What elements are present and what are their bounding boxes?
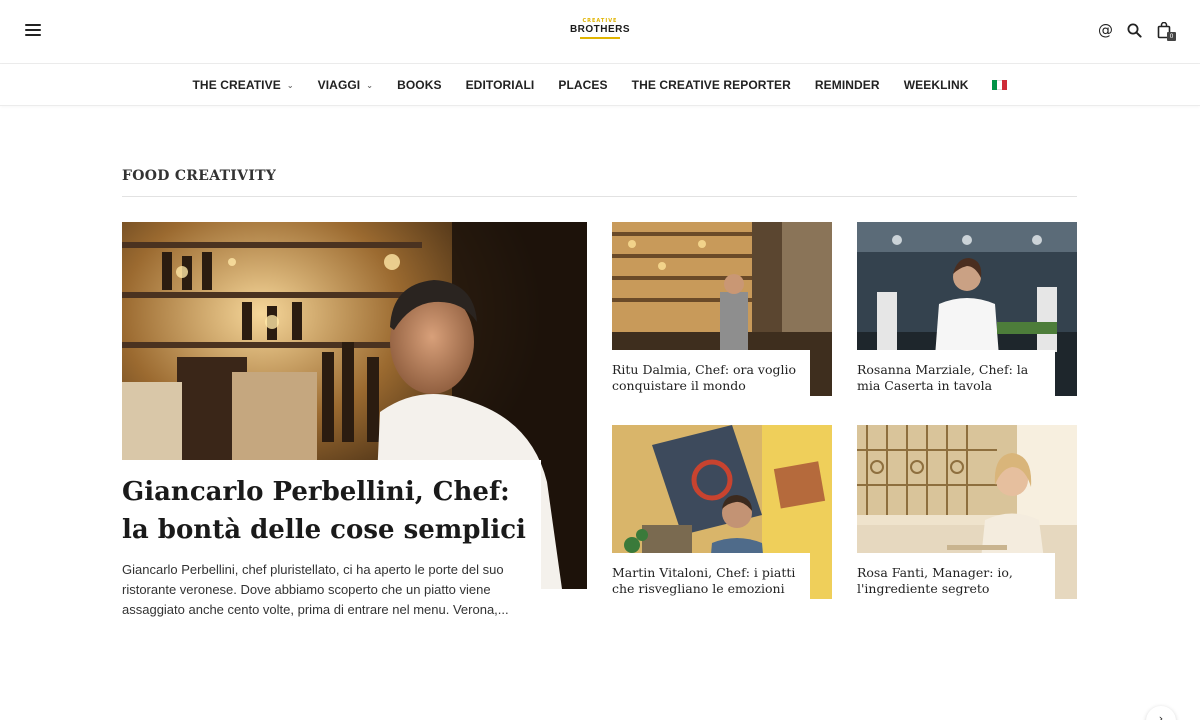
article-label: Martin Vitaloni, Chef: i piatti che risv… bbox=[612, 553, 810, 603]
scroll-next-button[interactable]: › bbox=[1146, 706, 1176, 720]
nav-item-weeklink[interactable]: WEEKLINK bbox=[904, 78, 969, 92]
article-title[interactable]: Ritu Dalmia, Chef: ora voglio conquistar… bbox=[612, 362, 810, 394]
nav-item-label: REMINDER bbox=[814, 78, 880, 92]
search-icon[interactable] bbox=[1126, 20, 1143, 40]
nav-item-books[interactable]: BOOKS bbox=[397, 78, 442, 92]
article-card: Ritu Dalmia, Chef: ora voglio conquistar… bbox=[612, 222, 832, 400]
section-title: FOOD CREATIVITY bbox=[122, 168, 277, 184]
chevron-down-icon: ⌄ bbox=[286, 80, 294, 90]
at-icon[interactable]: @ bbox=[1097, 20, 1114, 40]
nav-item-label: THE CREATIVE REPORTER bbox=[631, 78, 791, 92]
nav-item-label: VIAGGI bbox=[317, 78, 361, 92]
nav-item-editoriali[interactable]: EDITORIALI bbox=[466, 78, 535, 92]
site-logo[interactable]: CREATIVE BROTHERS bbox=[560, 18, 640, 44]
nav-item-label: WEEKLINK bbox=[903, 78, 969, 92]
logo-main-text: BROTHERS bbox=[569, 24, 631, 35]
nav-item-label: EDITORIALI bbox=[465, 78, 535, 92]
article-label: Ritu Dalmia, Chef: ora voglio conquistar… bbox=[612, 350, 810, 400]
article-label: Rosa Fanti, Manager: io, l'ingrediente s… bbox=[857, 553, 1055, 603]
nav-item-label: BOOKS bbox=[397, 78, 442, 92]
nav-list: THE CREATIVE ⌄ VIAGGI ⌄ BOOKS EDITORIALI PLACE… bbox=[0, 64, 1200, 106]
italian-flag-icon bbox=[992, 80, 1008, 90]
nav-item-viaggi[interactable]: VIAGGI ⌄ bbox=[318, 78, 373, 92]
article-card: Rosa Fanti, Manager: io, l'ingrediente s… bbox=[857, 425, 1077, 603]
nav-item-label: THE CREATIVE bbox=[192, 78, 281, 92]
main-nav: THE CREATIVE ⌄ VIAGGI ⌄ BOOKS EDITORIALI PLACE… bbox=[0, 64, 1200, 106]
hamburger-menu-icon[interactable] bbox=[25, 24, 41, 38]
nav-item-label: PLACES bbox=[558, 78, 608, 92]
article-label: Rosanna Marziale, Chef: la mia Caserta i… bbox=[857, 350, 1055, 400]
shopping-bag-icon[interactable]: 0 bbox=[1155, 20, 1176, 41]
nav-item-the-creative[interactable]: THE CREATIVE ⌄ bbox=[193, 78, 294, 92]
article-card: Martin Vitaloni, Chef: i piatti che risv… bbox=[612, 425, 832, 603]
language-switch[interactable] bbox=[992, 80, 1008, 90]
featured-article-title[interactable]: Giancarlo Perbellini, Chef: la bontà del… bbox=[122, 460, 541, 549]
nav-item-reminder[interactable]: REMINDER bbox=[815, 78, 880, 92]
header-icons: @ 0 bbox=[1097, 20, 1176, 41]
article-title[interactable]: Rosa Fanti, Manager: io, l'ingrediente s… bbox=[857, 565, 1055, 597]
nav-item-the-creative-reporter[interactable]: THE CREATIVE REPORTER bbox=[632, 78, 791, 92]
nav-item-places[interactable]: PLACES bbox=[558, 78, 607, 92]
cart-count-badge: 0 bbox=[1167, 32, 1176, 41]
article-title[interactable]: Rosanna Marziale, Chef: la mia Caserta i… bbox=[857, 362, 1055, 394]
featured-article-excerpt: Giancarlo Perbellini, chef pluristellato… bbox=[122, 562, 509, 617]
logo-underline bbox=[580, 37, 620, 39]
chevron-down-icon: ⌄ bbox=[366, 80, 374, 90]
featured-article-card: Giancarlo Perbellini, Chef: la bontà del… bbox=[122, 460, 541, 630]
article-card: Rosanna Marziale, Chef: la mia Caserta i… bbox=[857, 222, 1077, 400]
top-bar: CREATIVE BROTHERS @ 0 bbox=[0, 0, 1200, 64]
article-title[interactable]: Martin Vitaloni, Chef: i piatti che risv… bbox=[612, 565, 810, 597]
section-divider bbox=[122, 196, 1077, 197]
